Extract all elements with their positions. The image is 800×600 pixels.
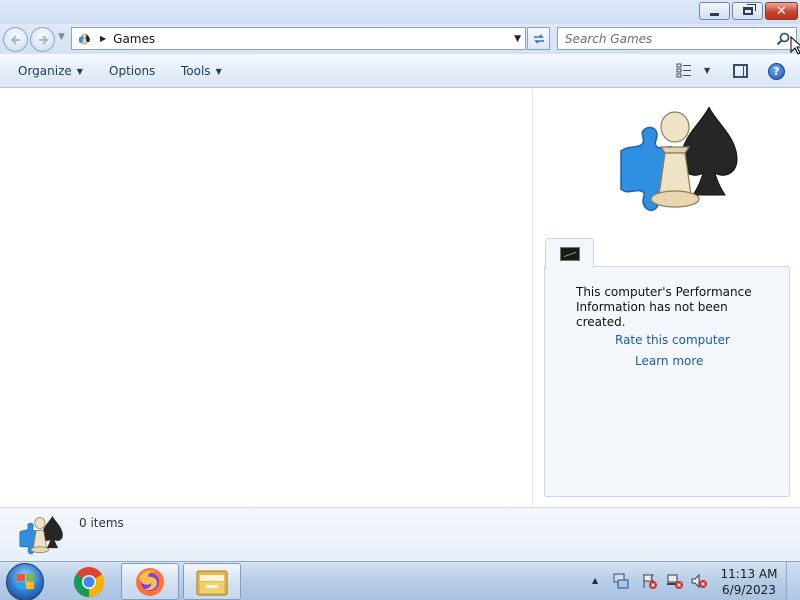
start-button[interactable]	[6, 563, 44, 600]
forward-arrow-icon	[38, 34, 48, 45]
search-box[interactable]	[557, 27, 797, 50]
chevron-down-icon: ▼	[215, 66, 222, 76]
preview-pane-toggle[interactable]	[733, 64, 748, 78]
chrome-icon	[73, 566, 105, 597]
games-folder-icon	[19, 515, 63, 555]
tools-label: Tools	[181, 64, 211, 78]
organize-label: Organize	[18, 64, 72, 78]
address-history-dropdown[interactable]: ▼	[514, 34, 521, 44]
games-folder-icon	[620, 107, 738, 212]
refresh-button[interactable]	[527, 27, 550, 50]
search-input[interactable]	[565, 31, 775, 46]
refresh-icon	[533, 33, 544, 44]
back-arrow-icon	[10, 34, 20, 45]
chevron-down-icon: ▼	[76, 66, 83, 76]
clock-date: 6/9/2023	[722, 583, 776, 597]
command-bar: Organize ▼ Options Tools ▼ ▼ ?	[0, 54, 800, 88]
help-button[interactable]: ?	[768, 63, 785, 80]
organize-menu-button[interactable]: Organize ▼	[18, 64, 83, 78]
firefox-icon	[136, 567, 164, 596]
taskbar: ▲ 11:13 AM 6/9/2023	[0, 561, 800, 600]
mouse-cursor-icon	[790, 36, 800, 55]
performance-monitor-icon	[559, 246, 580, 261]
clock-time: 11:13 AM	[720, 567, 778, 581]
rate-computer-link[interactable]: Rate this computer	[615, 333, 730, 347]
address-bar[interactable]: ▶ Games ▼	[71, 27, 526, 50]
preview-pane: This computer's Performance Information …	[533, 89, 800, 507]
close-icon: ✕	[776, 3, 787, 19]
search-icon[interactable]	[775, 31, 791, 47]
chevron-down-icon[interactable]: ▼	[704, 66, 710, 75]
performance-tab[interactable]	[545, 238, 594, 268]
recent-pages-dropdown[interactable]: ▼	[58, 32, 65, 42]
action-center-tray-icon[interactable]	[641, 572, 659, 590]
title-bar: ✕	[0, 0, 800, 24]
taskbar-file-explorer[interactable]	[183, 563, 241, 600]
restore-button[interactable]	[732, 2, 763, 20]
learn-more-link[interactable]: Learn more	[635, 354, 703, 368]
item-count: 0 items	[79, 516, 124, 530]
minimize-icon	[710, 12, 719, 16]
system-clock[interactable]: 11:13 AM 6/9/2023	[716, 566, 782, 598]
network-tray-icon[interactable]	[612, 572, 630, 590]
options-button[interactable]: Options	[109, 64, 155, 78]
windows-logo-icon	[17, 574, 35, 591]
games-list-area[interactable]	[0, 89, 532, 507]
minimize-button[interactable]	[699, 2, 730, 20]
games-folder-icon	[76, 30, 94, 48]
breadcrumb-separator[interactable]: ▶	[100, 34, 106, 43]
view-details-icon	[676, 63, 691, 78]
window-controls: ✕	[697, 2, 798, 20]
change-view-button[interactable]: ▼	[676, 63, 710, 78]
options-label: Options	[109, 64, 156, 78]
volume-muted-tray-icon[interactable]	[690, 572, 708, 590]
taskbar-firefox[interactable]	[121, 563, 179, 600]
show-desktop-button[interactable]	[786, 562, 800, 600]
forward-button[interactable]	[30, 27, 55, 52]
navigation-bar: ▼ ▶ Games ▼	[0, 24, 800, 54]
performance-message: This computer's Performance Information …	[576, 285, 752, 329]
show-hidden-icons-button[interactable]: ▲	[592, 576, 598, 585]
network-disconnected-tray-icon[interactable]	[666, 572, 684, 590]
folder-icon	[196, 570, 228, 595]
details-pane: 0 items	[0, 507, 800, 561]
restore-icon	[742, 4, 756, 15]
tools-menu-button[interactable]: Tools ▼	[181, 64, 222, 78]
taskbar-chrome[interactable]	[60, 563, 118, 600]
breadcrumb-games[interactable]: Games	[113, 32, 155, 46]
back-button[interactable]	[3, 27, 28, 52]
close-button[interactable]: ✕	[765, 2, 798, 20]
performance-panel: This computer's Performance Information …	[544, 266, 790, 497]
